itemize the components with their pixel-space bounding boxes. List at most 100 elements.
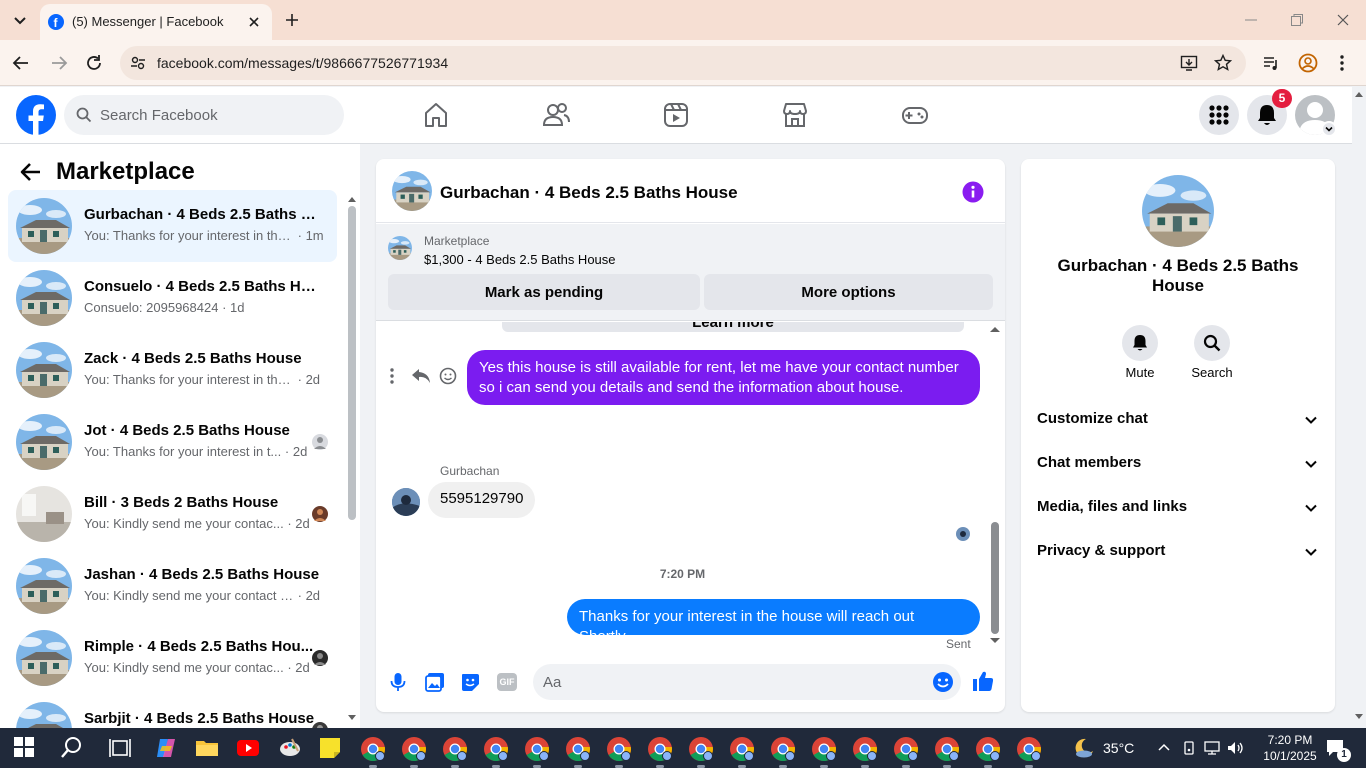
conversation-item[interactable]: Consuelo · 4 Beds 2.5 Baths Hou... Consue… [8, 262, 337, 334]
chrome-window-button[interactable] [360, 736, 386, 762]
account-menu-toggle[interactable] [1321, 121, 1337, 137]
browser-menu-icon[interactable] [1338, 54, 1346, 72]
chrome-window-button[interactable] [893, 736, 919, 762]
more-options-button[interactable]: More options [704, 274, 993, 310]
chrome-window-button[interactable] [483, 736, 509, 762]
emoji-icon[interactable] [932, 671, 954, 693]
browser-tab[interactable]: f (5) Messenger | Facebook [40, 4, 272, 40]
back-arrow-icon[interactable] [12, 54, 30, 72]
sticker-icon[interactable] [460, 672, 480, 692]
mute-button[interactable] [1122, 325, 1158, 361]
media-controls-icon[interactable] [1262, 54, 1280, 72]
forward-arrow-icon[interactable] [50, 54, 68, 72]
chrome-window-button[interactable] [524, 736, 550, 762]
details-avatar[interactable] [1142, 175, 1214, 247]
info-icon[interactable] [962, 181, 984, 203]
minimize-icon[interactable] [1244, 14, 1258, 26]
chat-title[interactable]: Gurbachan · 4 Beds 2.5 Baths House [440, 183, 738, 203]
windows-start-icon[interactable] [13, 736, 37, 760]
chrome-window-button[interactable] [934, 736, 960, 762]
profile-account-icon[interactable] [1298, 53, 1318, 73]
nav-marketplace[interactable] [779, 99, 811, 131]
sender-avatar[interactable] [392, 488, 420, 516]
back-arrow-icon[interactable] [20, 161, 42, 183]
nav-video[interactable] [660, 99, 692, 131]
search-icon[interactable] [60, 736, 84, 760]
reply-icon[interactable] [411, 367, 431, 385]
new-tab-icon[interactable] [284, 12, 300, 28]
chrome-window-button[interactable] [1016, 736, 1042, 762]
section-privacy-support[interactable]: Privacy & support [1021, 530, 1335, 574]
chrome-window-button[interactable] [565, 736, 591, 762]
chrome-window-button[interactable] [975, 736, 1001, 762]
chrome-window-button[interactable] [606, 736, 632, 762]
nav-friends[interactable] [540, 99, 572, 131]
copilot-icon[interactable] [154, 736, 178, 760]
thread-scrollbar-thumb[interactable] [991, 522, 999, 634]
chrome-window-button[interactable] [852, 736, 878, 762]
section-customize-chat[interactable]: Customize chat [1021, 398, 1335, 442]
scroll-down-arrow-icon[interactable] [990, 638, 1000, 644]
close-window-icon[interactable] [1336, 13, 1350, 27]
volume-icon[interactable] [1227, 740, 1245, 756]
weather-moon-icon[interactable] [1072, 736, 1096, 760]
sticky-notes-icon[interactable] [318, 736, 342, 760]
partial-card-button[interactable]: Learn more [502, 322, 964, 332]
close-tab-icon[interactable] [248, 16, 260, 28]
chrome-window-button[interactable] [729, 736, 755, 762]
microphone-icon[interactable] [390, 672, 406, 692]
chrome-window-button[interactable] [688, 736, 714, 762]
paint-app-icon[interactable] [278, 736, 302, 760]
network-icon[interactable] [1203, 740, 1221, 756]
conversation-item[interactable]: Zack · 4 Beds 2.5 Baths House You: Thanks… [8, 334, 337, 406]
task-view-icon[interactable] [108, 736, 132, 760]
site-settings-icon[interactable] [130, 55, 146, 71]
message-composer[interactable] [533, 664, 961, 700]
photo-gallery-icon[interactable] [425, 672, 445, 692]
thumbs-up-icon[interactable] [972, 670, 994, 692]
youtube-icon[interactable] [236, 736, 260, 760]
conversation-item[interactable]: Jashan · 4 Beds 2.5 Baths House You: Kind… [8, 550, 337, 622]
reload-icon[interactable] [85, 54, 103, 72]
chrome-window-button[interactable] [401, 736, 427, 762]
message-more-icon[interactable] [388, 367, 396, 385]
chrome-window-button[interactable] [811, 736, 837, 762]
system-clock[interactable]: 7:20 PM 10/1/2025 [1260, 732, 1320, 764]
tab-list-button[interactable] [6, 6, 34, 34]
mark-as-pending-button[interactable]: Mark as pending [388, 274, 700, 310]
chrome-window-button[interactable] [770, 736, 796, 762]
chrome-window-button[interactable] [442, 736, 468, 762]
conversation-item[interactable]: Gurbachan · 4 Beds 2.5 Baths H... You: Th… [8, 190, 337, 262]
react-emoji-icon[interactable] [439, 367, 457, 385]
gif-button[interactable]: GIF [497, 673, 517, 691]
scroll-up-arrow-icon[interactable] [990, 326, 1000, 332]
menu-button[interactable] [1199, 95, 1239, 135]
file-explorer-icon[interactable] [195, 736, 219, 760]
bookmark-star-icon[interactable] [1214, 54, 1232, 72]
chat-avatar[interactable] [392, 171, 432, 211]
section-media-files-links[interactable]: Media, files and links [1021, 486, 1335, 530]
conversation-list-scrollbar[interactable] [348, 206, 356, 520]
message-outgoing[interactable]: Thanks for your interest in the house wi… [567, 599, 980, 645]
scroll-down-arrow-icon[interactable] [348, 715, 356, 721]
message-input[interactable] [543, 664, 923, 700]
restore-icon[interactable] [1290, 13, 1304, 27]
search-conversation-button[interactable] [1194, 325, 1230, 361]
scroll-up-arrow-icon[interactable] [348, 196, 356, 202]
conversation-item[interactable]: Jot · 4 Beds 2.5 Baths House You: Thanks … [8, 406, 337, 478]
conversation-item[interactable]: Sarbjit · 4 Beds 2.5 Baths House [8, 694, 337, 728]
conversation-item[interactable]: Rimple · 4 Beds 2.5 Baths Hou... You: Kin… [8, 622, 337, 694]
conversation-item[interactable]: Bill · 3 Beds 2 Baths House You: Kindly s… [8, 478, 337, 550]
search-input[interactable] [100, 95, 330, 135]
message-outgoing[interactable]: Yes this house is still available for re… [467, 350, 980, 405]
weather-temperature[interactable]: 35°C [1103, 740, 1134, 756]
search-box[interactable] [64, 95, 344, 135]
section-chat-members[interactable]: Chat members [1021, 442, 1335, 486]
page-scrollbar[interactable] [1352, 87, 1366, 728]
listing-title[interactable]: $1,300 - 4 Beds 2.5 Baths House [424, 252, 616, 267]
nav-gaming[interactable] [899, 99, 931, 131]
address-bar[interactable]: facebook.com/messages/t/9866677526771934 [120, 46, 1246, 80]
nav-home[interactable] [420, 99, 452, 131]
chevron-up-icon[interactable] [1157, 742, 1171, 752]
listing-thumbnail[interactable] [388, 236, 412, 260]
